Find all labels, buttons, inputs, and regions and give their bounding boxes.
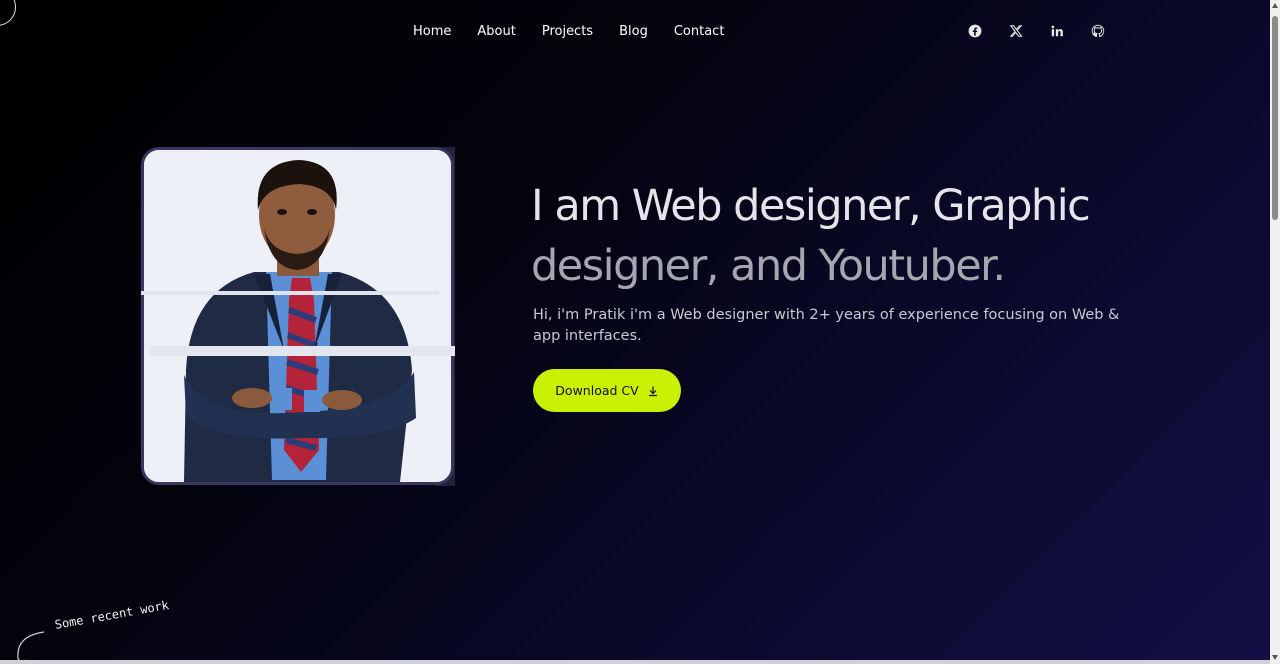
profile-photo	[141, 147, 454, 485]
profile-photo-container	[141, 147, 455, 486]
glitch-line	[141, 291, 439, 295]
glitch-line	[150, 346, 455, 356]
decorative-circle	[0, 0, 16, 26]
main-nav: Home About Projects Blog Contact	[400, 22, 737, 41]
scrollbar-thumb[interactable]	[1272, 16, 1278, 220]
github-icon[interactable]	[1089, 22, 1107, 40]
scrollbar[interactable]	[1270, 0, 1280, 664]
nav-projects[interactable]: Projects	[529, 22, 606, 41]
hero-intro: Hi, i'm Pratik i'm a Web designer with 2…	[533, 307, 1120, 344]
nav-blog[interactable]: Blog	[606, 22, 661, 41]
nav-contact[interactable]: Contact	[661, 22, 738, 41]
download-icon	[648, 386, 657, 396]
hero-headline: I am Web designer, Graphic designer, and…	[531, 176, 1151, 296]
curved-arrow-icon	[17, 631, 45, 663]
linkedin-icon[interactable]	[1048, 22, 1066, 40]
section-divider	[0, 660, 1270, 664]
social-links	[966, 22, 1107, 40]
page: Home About Projects Blog Contact I am We…	[0, 0, 1270, 664]
facebook-icon[interactable]	[966, 22, 984, 40]
x-twitter-icon[interactable]	[1007, 22, 1025, 40]
download-cv-label: Download CV	[555, 383, 639, 398]
headline-line-2: designer, and Youtuber.	[531, 241, 1006, 291]
nav-about[interactable]: About	[464, 22, 528, 41]
headline-line-1: I am Web designer, Graphic	[531, 181, 1091, 231]
scroll-up-arrow-icon[interactable]	[1272, 3, 1278, 8]
nav-home[interactable]: Home	[400, 22, 464, 41]
recent-work-label: Some recent work	[53, 598, 170, 632]
download-cv-button[interactable]: Download CV	[533, 369, 681, 412]
scroll-down-arrow-icon[interactable]	[1272, 655, 1278, 660]
